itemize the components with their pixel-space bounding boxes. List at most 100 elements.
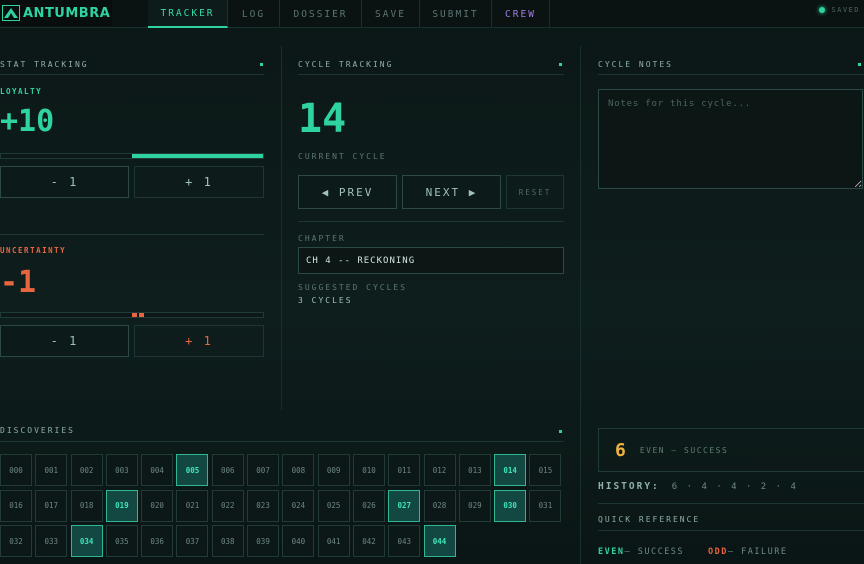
discovery-cell[interactable]: 002	[70, 454, 103, 486]
tab-submit[interactable]: SUBMIT	[420, 0, 492, 28]
loyalty-decrement-button[interactable]: - 1	[0, 166, 129, 198]
discovery-cell[interactable]: 021	[176, 489, 209, 522]
divider	[298, 221, 564, 222]
section-marker	[559, 430, 562, 433]
uncertainty-label: UNCERTAINTY	[0, 246, 67, 255]
discovery-cell[interactable]: 033	[35, 525, 68, 557]
discovery-cell[interactable]: 037	[176, 525, 209, 557]
divider	[0, 74, 264, 75]
saved-indicator: SAVED	[819, 6, 860, 14]
discovery-cell[interactable]: 004	[141, 454, 174, 486]
cycle-outcome-panel: 6 EVEN – SUCCESS	[598, 428, 864, 472]
discovery-cell[interactable]: 014	[494, 454, 527, 486]
odd-key: ODD	[708, 547, 728, 557]
loyalty-value: +10	[0, 104, 55, 139]
discovery-cell[interactable]: 023	[247, 489, 280, 522]
uncertainty-value: -1	[0, 265, 37, 300]
discovery-cell[interactable]: 027	[388, 489, 421, 522]
discovery-cell[interactable]: 012	[423, 454, 456, 486]
discovery-cell[interactable]: 018	[70, 489, 103, 522]
discovery-cell[interactable]: 039	[247, 525, 280, 557]
main-tabs: TRACKER LOG DOSSIER SAVE SUBMIT CREW	[148, 0, 550, 28]
discovery-cell[interactable]: 010	[352, 454, 385, 486]
app-logo[interactable]: ANTUMBRA	[0, 0, 112, 26]
discovery-cell[interactable]: 020	[141, 489, 174, 522]
discovery-cell[interactable]: 009	[317, 454, 350, 486]
divider	[0, 441, 564, 442]
section-marker	[559, 63, 562, 66]
uncertainty-increment-button[interactable]: + 1	[134, 325, 264, 357]
discovery-cell[interactable]: 016	[0, 489, 32, 522]
discovery-cell[interactable]: 006	[211, 454, 244, 486]
cycle-notes-input[interactable]	[598, 89, 863, 189]
current-cycle-caption: CURRENT CYCLE	[298, 152, 387, 161]
discovery-cell[interactable]: 024	[282, 489, 315, 522]
discovery-cell[interactable]: 041	[317, 525, 350, 557]
discovery-cell[interactable]: 031	[529, 489, 562, 522]
loyalty-increment-button[interactable]: + 1	[134, 166, 264, 198]
divider	[598, 530, 864, 531]
discovery-cell[interactable]: 013	[458, 454, 491, 486]
discovery-cell[interactable]: 008	[282, 454, 315, 486]
discovery-cell[interactable]: 019	[105, 489, 138, 522]
discovery-cell[interactable]: 007	[247, 454, 280, 486]
discovery-cell[interactable]: 029	[458, 489, 491, 522]
tab-crew[interactable]: CREW	[492, 0, 550, 28]
discovery-cell[interactable]: 044	[423, 525, 456, 557]
outcome-result-text: EVEN – SUCCESS	[639, 445, 729, 455]
loyalty-label: LOYALTY	[0, 87, 43, 96]
even-text: – SUCCESS	[624, 547, 685, 557]
section-marker	[858, 63, 861, 66]
discovery-cell[interactable]: 017	[35, 489, 68, 522]
discovery-cell[interactable]: 011	[388, 454, 421, 486]
discovery-cell[interactable]: 026	[352, 489, 385, 522]
discovery-cell[interactable]: 034	[70, 525, 103, 557]
quick-reference-title: QUICK REFERENCE	[598, 515, 701, 524]
discovery-cell[interactable]: 035	[105, 525, 138, 557]
discovery-cell[interactable]: 042	[352, 525, 385, 557]
divider	[598, 74, 864, 75]
reset-cycle-button[interactable]: RESET	[506, 175, 564, 209]
discovery-cell[interactable]: 022	[211, 489, 244, 522]
discovery-cell[interactable]: 000	[0, 454, 32, 486]
discovery-cell[interactable]: 005	[176, 454, 209, 486]
cycle-tracking-title: CYCLE TRACKING	[298, 60, 394, 69]
discovery-cell[interactable]: 025	[317, 489, 350, 522]
outcome-roll-value: 6	[615, 439, 626, 461]
uncertainty-meter-fill	[132, 313, 137, 317]
column-divider	[580, 46, 581, 564]
top-bar: ANTUMBRA TRACKER LOG DOSSIER SAVE SUBMIT…	[0, 0, 864, 28]
suggested-cycles-label: SUGGESTED CYCLES	[298, 283, 408, 292]
discovery-cell[interactable]: 040	[282, 525, 315, 557]
discovery-cell[interactable]: 043	[388, 525, 421, 557]
discovery-cell[interactable]: 036	[141, 525, 174, 557]
suggested-cycles-value: 3 CYCLES	[298, 296, 353, 305]
tab-tracker[interactable]: TRACKER	[148, 0, 228, 28]
stat-tracking-title: STAT TRACKING	[0, 60, 89, 69]
uncertainty-decrement-button[interactable]: - 1	[0, 325, 129, 357]
current-cycle-value: 14	[298, 96, 347, 142]
discovery-cell[interactable]: 028	[423, 489, 456, 522]
column-divider	[281, 46, 282, 410]
discovery-cell[interactable]: 001	[35, 454, 68, 486]
prev-cycle-button[interactable]: ◀ PREV	[298, 175, 397, 209]
chapter-select[interactable]: CH 4 -- RECKONING	[298, 247, 564, 274]
loyalty-meter	[0, 153, 264, 159]
discovery-cell[interactable]: 003	[105, 454, 138, 486]
discovery-cell[interactable]: 032	[0, 525, 32, 557]
discovery-cell[interactable]: 038	[211, 525, 244, 557]
uncertainty-meter	[0, 312, 264, 318]
tab-log[interactable]: LOG	[228, 0, 280, 28]
app-logo-text: ANTUMBRA	[23, 5, 111, 21]
tab-save[interactable]: SAVE	[362, 0, 420, 28]
quick-reference-legend: EVEN – SUCCESS ODD – FAILURE	[598, 547, 787, 557]
divider	[0, 234, 264, 235]
history-values: 6 · 4 · 4 · 2 · 4	[671, 481, 798, 492]
section-marker	[260, 63, 263, 66]
odd-text: – FAILURE	[727, 547, 788, 557]
tab-dossier[interactable]: DOSSIER	[280, 0, 362, 28]
status-dot-icon	[819, 7, 826, 13]
discovery-cell[interactable]: 015	[529, 454, 562, 486]
discovery-cell[interactable]: 030	[494, 489, 527, 522]
next-cycle-button[interactable]: NEXT ▶	[402, 175, 501, 209]
